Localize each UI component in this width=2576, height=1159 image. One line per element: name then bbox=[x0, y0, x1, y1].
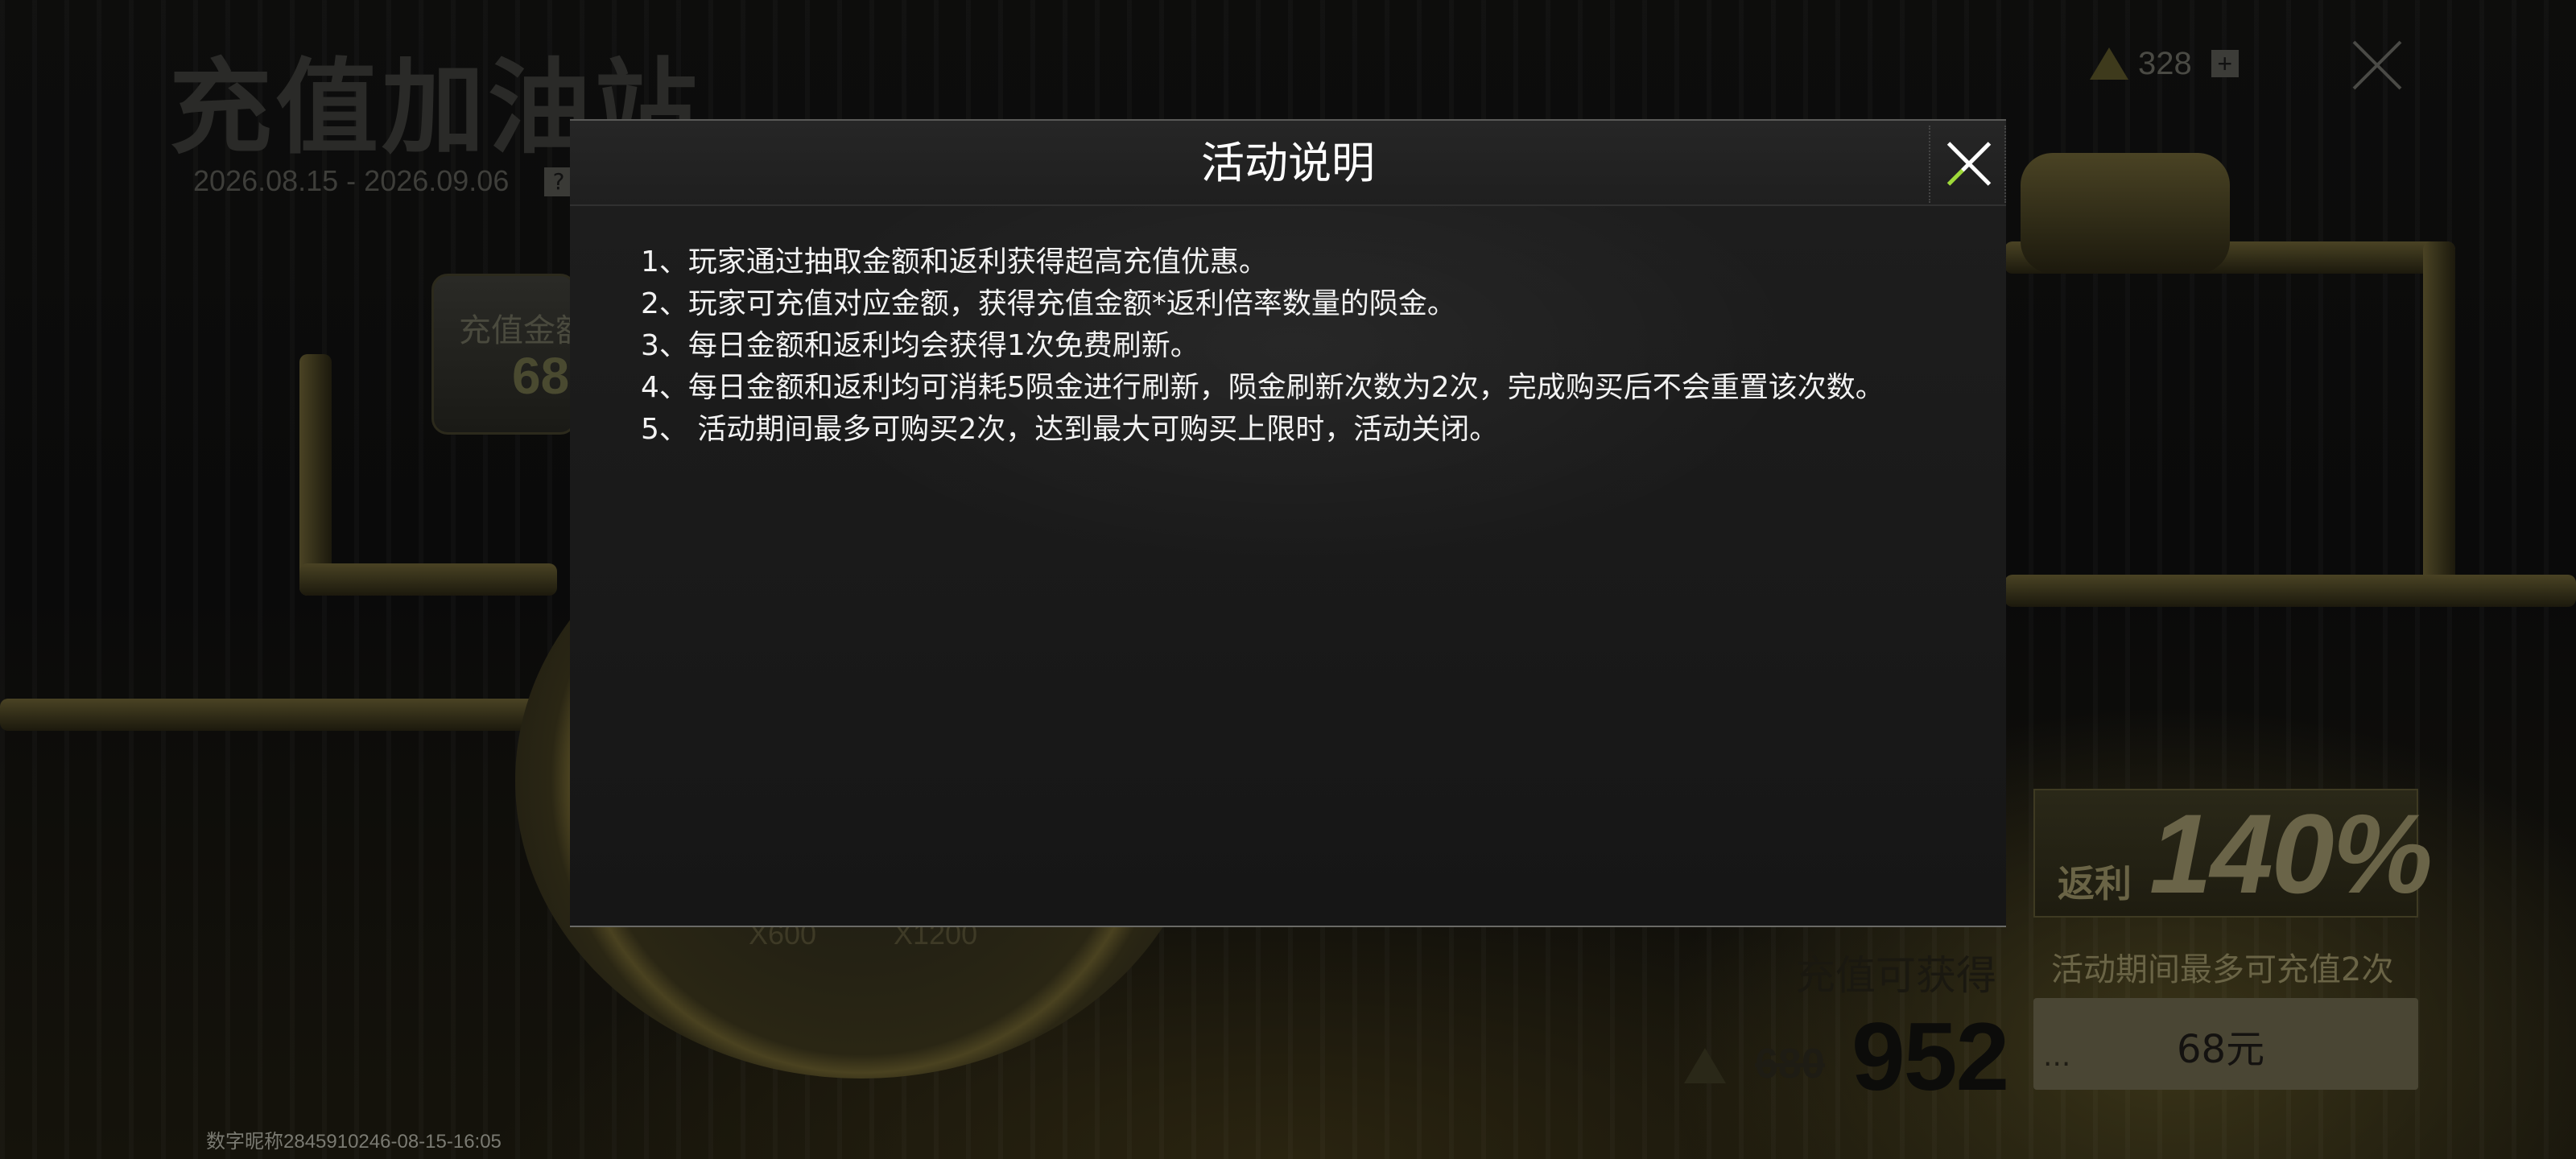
activity-info-dialog: 活动说明 1、玩家通过抽取金额和返利获得超高充值优惠。 2、玩家可充值对应金额，… bbox=[570, 119, 2006, 927]
rule-item: 5、 活动期间最多可购买2次，达到最大可购买上限时，活动关闭。 bbox=[641, 413, 1499, 446]
dialog-title: 活动说明 bbox=[1201, 138, 1375, 188]
rule-item: 2、玩家可充值对应金额，获得充值金额*返利倍率数量的陨金。 bbox=[641, 287, 1456, 320]
close-icon[interactable] bbox=[1929, 126, 2006, 203]
screen: 充值加油站 2026.08.15 - 2026.09.06 ? 328 + 充值… bbox=[0, 0, 2576, 1159]
rule-item: 3、每日金额和返利均会获得1次免费刷新。 bbox=[641, 329, 1199, 362]
rule-item: 4、每日金额和返利均可消耗5陨金进行刷新，陨金刷新次数为2次，完成购买后不会重置… bbox=[641, 371, 1885, 404]
rules-list: 1、玩家通过抽取金额和返利获得超高充值优惠。 2、玩家可充值对应金额，获得充值金… bbox=[641, 241, 1885, 451]
rule-item: 1、玩家通过抽取金额和返利获得超高充值优惠。 bbox=[641, 245, 1268, 278]
